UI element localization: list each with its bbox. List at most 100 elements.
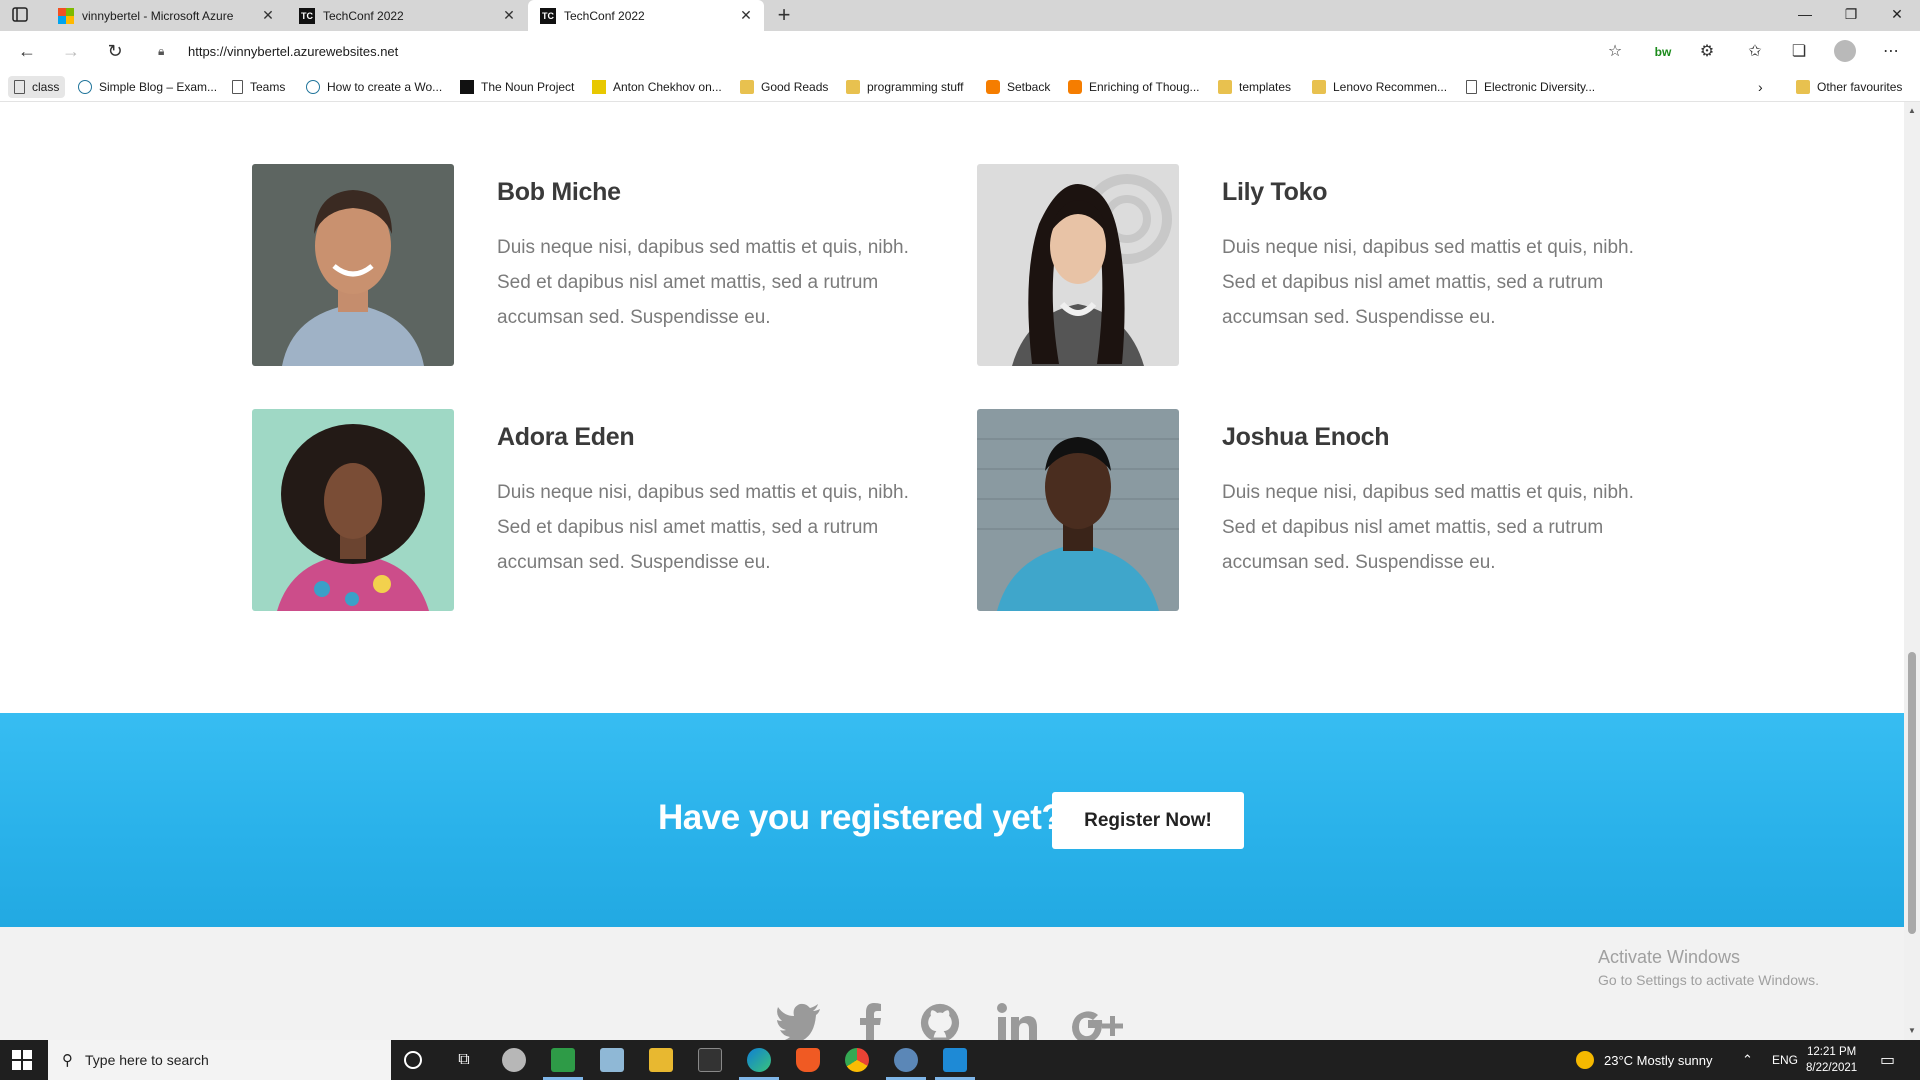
tab-bar: vinnybertel - Microsoft Azure ✕ TC TechC… — [0, 0, 1920, 31]
tc-logo-icon: TC — [299, 7, 315, 24]
activate-title: Activate Windows — [1598, 947, 1741, 967]
language-indicator[interactable]: ENG — [1772, 1040, 1798, 1080]
tab-actions-icon[interactable] — [10, 6, 36, 26]
back-arrow-icon[interactable]: ← — [15, 39, 39, 63]
terminal-icon[interactable] — [698, 1048, 722, 1072]
url-field[interactable]: 🔒︎ https://vinnybertel.azurewebsites.net — [144, 35, 1630, 67]
scroll-down-arrow-icon[interactable]: ▼ — [1908, 1026, 1916, 1035]
favorite-label: Anton Chekhov on... — [613, 80, 722, 94]
collections-icon[interactable]: ❏ — [1786, 39, 1812, 65]
close-icon[interactable]: ✕ — [501, 7, 517, 24]
taskbar-search-input[interactable]: ⚲ Type here to search — [48, 1040, 391, 1080]
scrollbar-thumb[interactable] — [1908, 652, 1916, 934]
url-text: https://vinnybertel.azurewebsites.net — [188, 43, 399, 59]
register-cta-section: Have you registered yet? Register Now! — [0, 713, 1904, 927]
favorite-other-favourites[interactable]: Other favourites — [1796, 76, 1902, 98]
favorite-label: Enriching of Thoug... — [1089, 80, 1200, 94]
postgres-icon[interactable] — [894, 1048, 918, 1072]
add-favorite-icon[interactable]: ☆ — [1602, 39, 1628, 65]
tab-title: TechConf 2022 — [564, 8, 645, 23]
clock-time: 12:21 PM — [1806, 1046, 1857, 1058]
speaker-name: Adora Eden — [497, 423, 635, 451]
twitter-icon[interactable] — [776, 1003, 822, 1040]
folder-icon — [1796, 80, 1810, 94]
favorite-label: Simple Blog – Exam... — [99, 80, 218, 94]
clock[interactable]: 12:21 PM 8/22/2021 — [1806, 1044, 1857, 1076]
speaker-name: Lily Toko — [1222, 178, 1328, 206]
favorite-how-to-create[interactable]: How to create a Wo... — [306, 76, 442, 98]
new-tab-button[interactable]: + — [772, 4, 796, 28]
favorite-teams[interactable]: Teams — [232, 76, 285, 98]
forward-arrow-icon[interactable]: → — [59, 39, 83, 63]
speaker-card: Adora Eden Duis neque nisi, dapibus sed … — [252, 409, 932, 619]
app-icon-3[interactable] — [600, 1048, 624, 1072]
more-menu-icon[interactable]: ⋯ — [1878, 39, 1904, 65]
weather-widget[interactable]: 23°C Mostly sunny — [1576, 1040, 1713, 1080]
favorite-label: Lenovo Recommen... — [1333, 80, 1448, 94]
footer: Activate Windows Go to Settings to activ… — [0, 927, 1904, 1040]
cta-heading: Have you registered yet? — [658, 798, 1063, 837]
favorite-noun-project[interactable]: The Noun Project — [460, 76, 574, 98]
tab-techconf-active[interactable]: TC TechConf 2022 ✕ — [528, 0, 764, 31]
favorite-anton-chekhov[interactable]: Anton Chekhov on... — [592, 76, 722, 98]
favorite-class[interactable]: class — [8, 76, 66, 98]
favorite-label: Setback — [1007, 80, 1051, 94]
chevron-right-icon[interactable]: › — [1758, 76, 1763, 98]
cortana-icon[interactable] — [404, 1051, 422, 1069]
favorite-templates[interactable]: templates — [1218, 76, 1291, 98]
speaker-bio: Duis neque nisi, dapibus sed mattis et q… — [497, 237, 909, 328]
favorites-icon[interactable]: ✩ — [1742, 39, 1768, 65]
tab-azure[interactable]: vinnybertel - Microsoft Azure ✕ — [46, 0, 286, 31]
extension-icon[interactable]: bw — [1650, 39, 1676, 65]
vertical-scrollbar[interactable]: ▲ ▼ — [1904, 102, 1920, 1040]
chrome-icon[interactable] — [845, 1048, 869, 1072]
tab-title: TechConf 2022 — [323, 8, 404, 23]
scroll-up-arrow-icon[interactable]: ▲ — [1908, 106, 1916, 115]
speaker-card: Lily Toko Duis neque nisi, dapibus sed m… — [977, 164, 1657, 374]
folder-icon — [1218, 80, 1232, 94]
notification-icon[interactable]: ▭ — [1880, 1040, 1895, 1080]
activate-subtitle: Go to Settings to activate Windows. — [1598, 972, 1819, 988]
favorite-simple-blog[interactable]: Simple Blog – Exam... — [78, 76, 217, 98]
folder-icon — [740, 80, 754, 94]
app-icon-1[interactable] — [502, 1048, 526, 1072]
file-explorer-icon[interactable] — [649, 1048, 673, 1072]
favorite-lenovo[interactable]: Lenovo Recommen... — [1312, 76, 1447, 98]
profile-avatar[interactable] — [1834, 40, 1856, 62]
page-viewport: Bob Miche Duis neque nisi, dapibus sed m… — [0, 102, 1904, 1040]
extensions-puzzle-icon[interactable]: ⚙ — [1694, 39, 1720, 65]
close-window-button[interactable]: ✕ — [1874, 0, 1920, 31]
microsoft-logo-icon — [58, 7, 74, 24]
google-plus-icon[interactable] — [1072, 1003, 1126, 1040]
tab-techconf-1[interactable]: TC TechConf 2022 ✕ — [287, 0, 527, 31]
linkedin-icon[interactable] — [996, 1003, 1038, 1040]
minimize-button[interactable]: — — [1782, 0, 1828, 31]
speaker-photo — [252, 164, 454, 366]
edge-icon[interactable] — [747, 1048, 771, 1072]
windows-start-icon[interactable] — [12, 1050, 32, 1070]
close-icon[interactable]: ✕ — [260, 7, 276, 24]
page-icon — [1466, 80, 1477, 94]
vscode-icon[interactable] — [943, 1048, 967, 1072]
restore-button[interactable]: ❐ — [1828, 0, 1874, 31]
favorite-setback[interactable]: Setback — [986, 76, 1050, 98]
tc-logo-icon: TC — [540, 7, 556, 24]
register-now-button[interactable]: Register Now! — [1052, 792, 1244, 849]
brave-icon[interactable] — [796, 1048, 820, 1072]
favorite-label: How to create a Wo... — [327, 80, 443, 94]
facebook-icon[interactable] — [856, 1003, 886, 1040]
close-icon[interactable]: ✕ — [738, 7, 754, 24]
app-icon-2[interactable] — [551, 1048, 575, 1072]
task-view-icon[interactable]: ⧉ — [452, 1048, 476, 1072]
favorite-enriching[interactable]: Enriching of Thoug... — [1068, 76, 1200, 98]
favorite-electronic-diversity[interactable]: Electronic Diversity... — [1466, 76, 1595, 98]
github-icon[interactable] — [918, 1003, 962, 1040]
favorite-good-reads[interactable]: Good Reads — [740, 76, 828, 98]
weather-text: 23°C Mostly sunny — [1604, 1052, 1713, 1068]
chevron-up-icon[interactable]: ⌃ — [1742, 1040, 1753, 1080]
speaker-photo — [977, 409, 1179, 611]
favorite-programming-stuff[interactable]: programming stuff — [846, 76, 964, 98]
refresh-icon[interactable]: ↻ — [103, 39, 127, 63]
favorites-bar: class Simple Blog – Exam... Teams How to… — [0, 71, 1920, 102]
folder-icon — [1312, 80, 1326, 94]
